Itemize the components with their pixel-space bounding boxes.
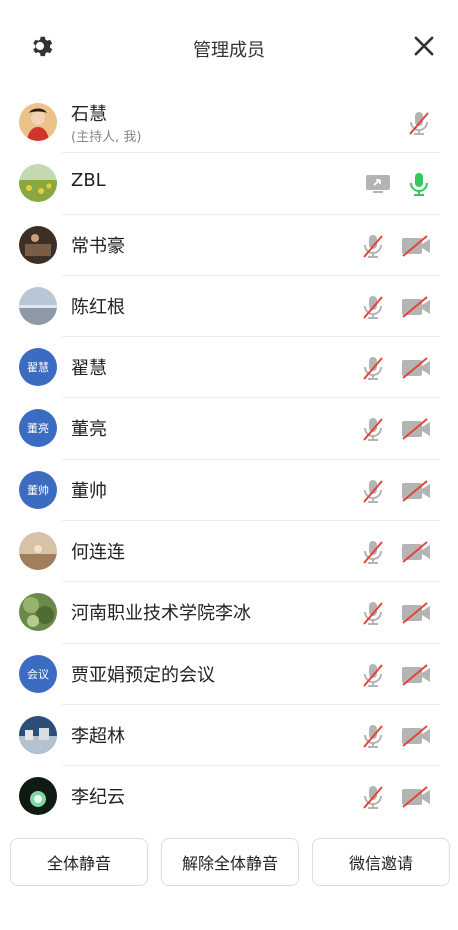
footer-actions: 全体静音 解除全体静音 微信邀请: [10, 838, 450, 888]
member-list: 石慧 (主持人, 我) ZBL 常书豪 陈红根 翟慧 翟慧 董亮 董亮 董帅 董…: [0, 92, 458, 828]
member-name: 董亮: [71, 419, 107, 441]
manage-members-sheet: 管理成员 石慧 (主持人, 我) ZBL 常书豪 陈红根 翟慧 翟慧 董亮 董亮…: [0, 0, 458, 930]
avatar: [19, 532, 57, 571]
list-item[interactable]: 李纪云: [0, 766, 458, 827]
list-item[interactable]: 石慧 (主持人, 我): [0, 92, 458, 154]
camera-off-icon[interactable]: [400, 663, 432, 687]
list-item[interactable]: 会议 贾亚娟预定的会议: [0, 644, 458, 706]
unmute-all-button[interactable]: 解除全体静音: [161, 838, 299, 886]
camera-off-icon[interactable]: [400, 601, 432, 625]
list-item[interactable]: ZBL: [0, 153, 458, 215]
mic-muted-icon[interactable]: [360, 661, 386, 689]
camera-off-icon[interactable]: [400, 356, 432, 380]
avatar: [19, 286, 57, 325]
member-name: 贾亚娟预定的会议: [71, 664, 215, 686]
avatar: 董帅: [19, 470, 57, 509]
wechat-invite-button[interactable]: 微信邀请: [312, 838, 450, 886]
list-item[interactable]: 董帅 董帅: [0, 460, 458, 522]
member-name: 石慧: [71, 104, 107, 125]
mic-muted-icon[interactable]: [360, 232, 386, 260]
avatar: [19, 103, 57, 141]
member-name: 常书豪: [71, 235, 125, 257]
mic-muted-icon[interactable]: [360, 354, 386, 382]
member-name: ZBL: [71, 170, 106, 192]
page-title: 管理成员: [193, 40, 265, 61]
member-name: 陈红根: [71, 296, 125, 318]
camera-off-icon[interactable]: [400, 295, 432, 319]
avatar: 董亮: [19, 409, 57, 448]
camera-off-icon[interactable]: [400, 417, 432, 441]
avatar: [19, 715, 57, 754]
mic-on-icon[interactable]: [406, 170, 432, 198]
list-item[interactable]: 董亮 董亮: [0, 398, 458, 461]
close-icon[interactable]: [410, 32, 438, 60]
list-item[interactable]: 常书豪: [0, 215, 458, 277]
mic-muted-icon[interactable]: [360, 599, 386, 627]
camera-off-icon[interactable]: [400, 540, 432, 564]
list-item[interactable]: 何连连: [0, 521, 458, 583]
avatar: 翟慧: [19, 348, 57, 387]
avatar: [19, 225, 57, 264]
camera-off-icon[interactable]: [400, 234, 432, 258]
mic-muted-icon[interactable]: [360, 415, 386, 443]
member-name: 河南职业技术学院李冰: [71, 603, 251, 625]
mic-muted-icon[interactable]: [406, 109, 432, 137]
mic-muted-icon[interactable]: [360, 293, 386, 321]
mic-muted-icon[interactable]: [360, 722, 386, 750]
mic-muted-icon[interactable]: [360, 538, 386, 566]
list-item[interactable]: 河南职业技术学院李冰: [0, 582, 458, 644]
member-name: 李纪云: [71, 787, 125, 809]
avatar: [19, 777, 57, 816]
camera-off-icon[interactable]: [400, 724, 432, 748]
camera-off-icon[interactable]: [400, 479, 432, 503]
avatar: [19, 164, 57, 203]
member-name: 李超林: [71, 725, 125, 747]
avatar: [19, 593, 57, 632]
screen-share-icon[interactable]: [364, 172, 392, 196]
member-name: 翟慧: [71, 358, 107, 380]
mute-all-button[interactable]: 全体静音: [10, 838, 148, 886]
list-item[interactable]: 李超林: [0, 705, 458, 767]
camera-off-icon[interactable]: [400, 785, 432, 809]
header: 管理成员: [0, 0, 458, 96]
member-name: 何连连: [71, 542, 125, 564]
list-item[interactable]: 翟慧 翟慧: [0, 337, 458, 399]
list-item[interactable]: 陈红根: [0, 276, 458, 338]
member-role: (主持人, 我): [71, 130, 142, 145]
mic-muted-icon[interactable]: [360, 783, 386, 811]
member-name: 董帅: [71, 480, 107, 502]
mic-muted-icon[interactable]: [360, 477, 386, 505]
avatar: 会议: [19, 654, 57, 693]
